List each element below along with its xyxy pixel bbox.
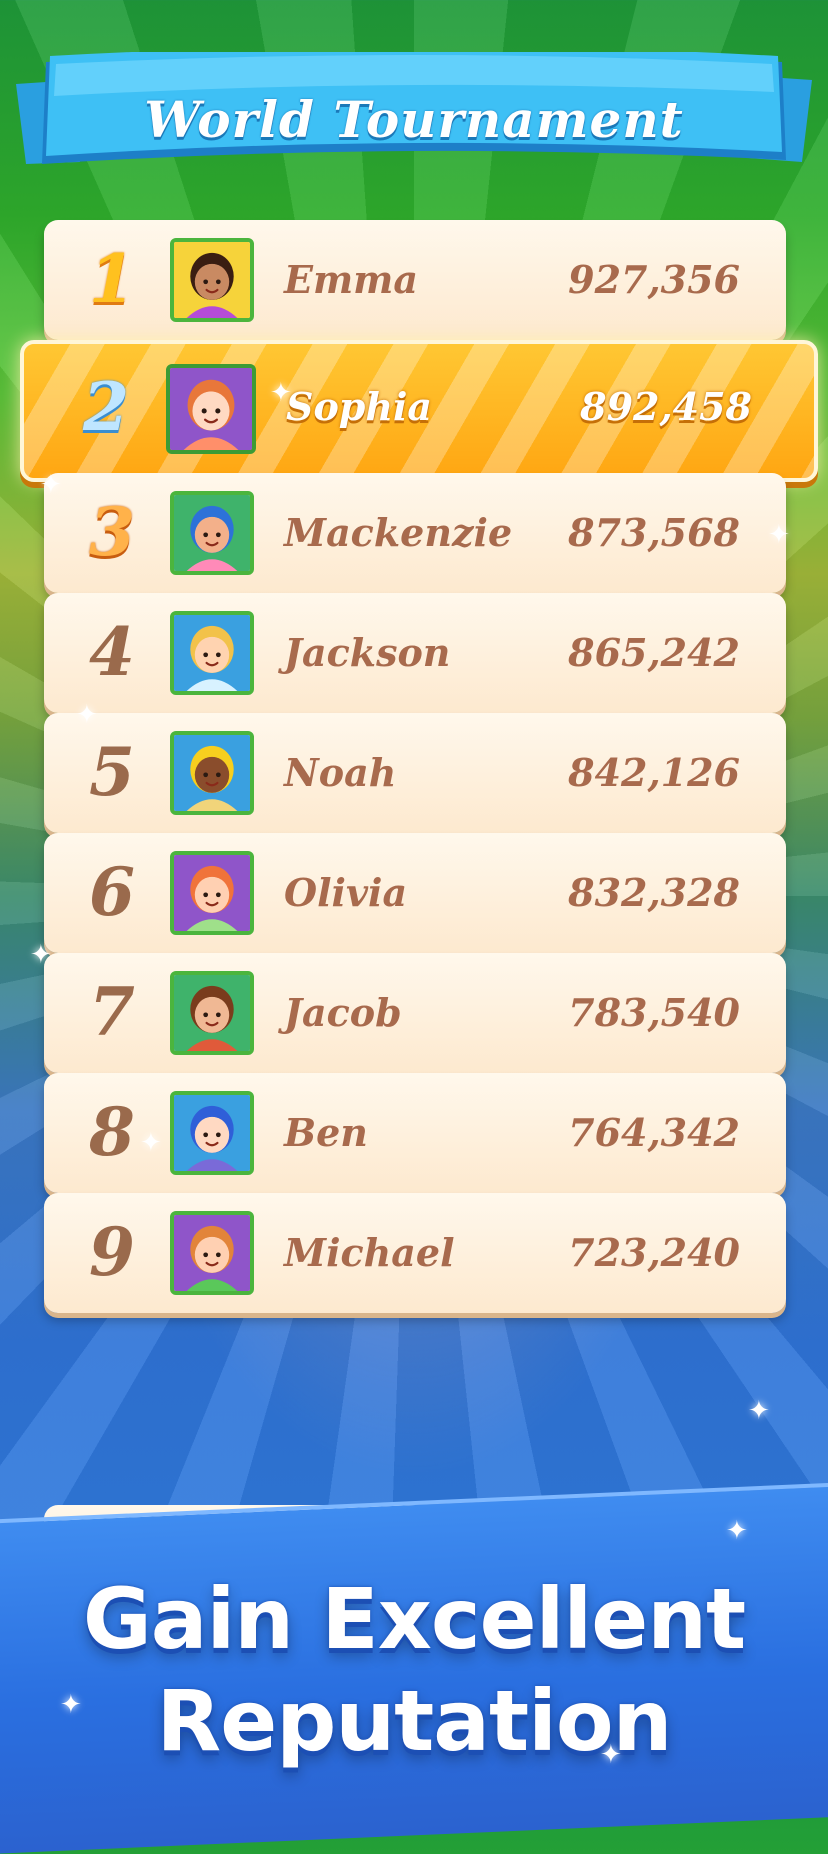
sparkle-icon: ✦ bbox=[768, 520, 790, 550]
player-score: 723,240 bbox=[568, 1230, 740, 1275]
girl-orange-hair-avatar bbox=[170, 851, 254, 935]
rank-number: 4 bbox=[89, 613, 135, 691]
sparkle-icon: ✦ bbox=[40, 470, 62, 500]
girl-red-hair-avatar bbox=[166, 364, 256, 454]
rank-number: 5 bbox=[89, 733, 135, 811]
player-name: Emma bbox=[284, 257, 419, 302]
rank-number: 3 bbox=[89, 493, 135, 571]
leaderboard-row-6[interactable]: 6 Olivia 832,328 bbox=[44, 833, 786, 953]
sparkle-icon: ✦ bbox=[140, 1128, 162, 1158]
player-score: 783,540 bbox=[568, 990, 740, 1035]
slogan-line-2: Reputation bbox=[156, 1672, 673, 1770]
slogan-line-1: Gain Excellent bbox=[82, 1570, 746, 1668]
player-name: Mackenzie bbox=[284, 510, 513, 555]
player-score: 764,342 bbox=[568, 1110, 740, 1155]
player-score: 842,126 bbox=[568, 750, 740, 795]
leaderboard-row-5[interactable]: 5 Noah 842,126 bbox=[44, 713, 786, 833]
player-name: Noah bbox=[284, 750, 397, 795]
rank-number: 1 bbox=[89, 240, 135, 318]
leaderboard-row-4[interactable]: 4 Jackson 865,242 bbox=[44, 593, 786, 713]
sparkle-icon: ✦ bbox=[60, 1690, 82, 1720]
player-name: Sophia bbox=[286, 384, 433, 429]
boy-blond-hair-avatar bbox=[170, 611, 254, 695]
girl-blue-hair-avatar bbox=[170, 491, 254, 575]
player-score: 865,242 bbox=[568, 630, 740, 675]
sparkle-icon: ✦ bbox=[748, 1396, 770, 1426]
boy-curly-hair-avatar bbox=[170, 971, 254, 1055]
player-name: Ben bbox=[284, 1110, 368, 1155]
player-name: Michael bbox=[284, 1230, 455, 1275]
rank-number: 2 bbox=[83, 368, 129, 446]
leaderboard-row-1[interactable]: 1 Emma 927,356 bbox=[44, 220, 786, 340]
leaderboard: 1 Emma 927,356 2 Sophia 892,458 3 Mackenzie 873,… bbox=[0, 0, 828, 1540]
player-score: 873,568 bbox=[568, 510, 740, 555]
rank-number: 9 bbox=[89, 1213, 135, 1291]
sparkle-icon: ✦ bbox=[600, 1740, 622, 1770]
player-score: 832,328 bbox=[568, 870, 740, 915]
leaderboard-row-3[interactable]: 3 Mackenzie 873,568 bbox=[44, 473, 786, 593]
sparkle-icon: ✦ bbox=[726, 1516, 748, 1546]
girl-dark-hair-avatar bbox=[170, 238, 254, 322]
player-name: Jackson bbox=[284, 630, 451, 675]
sparkle-icon: ✦ bbox=[270, 378, 292, 408]
sparkle-icon: ✦ bbox=[76, 700, 98, 730]
player-name: Olivia bbox=[284, 870, 408, 915]
rank-number: 7 bbox=[89, 973, 135, 1051]
sparkle-icon: ✦ bbox=[30, 940, 52, 970]
leaderboard-row-9[interactable]: 9 Michael 723,240 bbox=[44, 1193, 786, 1313]
boy-blue-hair-avatar bbox=[170, 1091, 254, 1175]
player-score: 892,458 bbox=[580, 384, 752, 429]
player-score: 927,356 bbox=[568, 257, 740, 302]
rank-number: 6 bbox=[89, 853, 135, 931]
leaderboard-row-2[interactable]: 2 Sophia 892,458 bbox=[20, 340, 818, 482]
boy-yellow-hat-avatar bbox=[170, 731, 254, 815]
boy-ginger-hair-avatar bbox=[170, 1211, 254, 1295]
player-name: Jacob bbox=[284, 990, 402, 1035]
leaderboard-row-7[interactable]: 7 Jacob 783,540 bbox=[44, 953, 786, 1073]
